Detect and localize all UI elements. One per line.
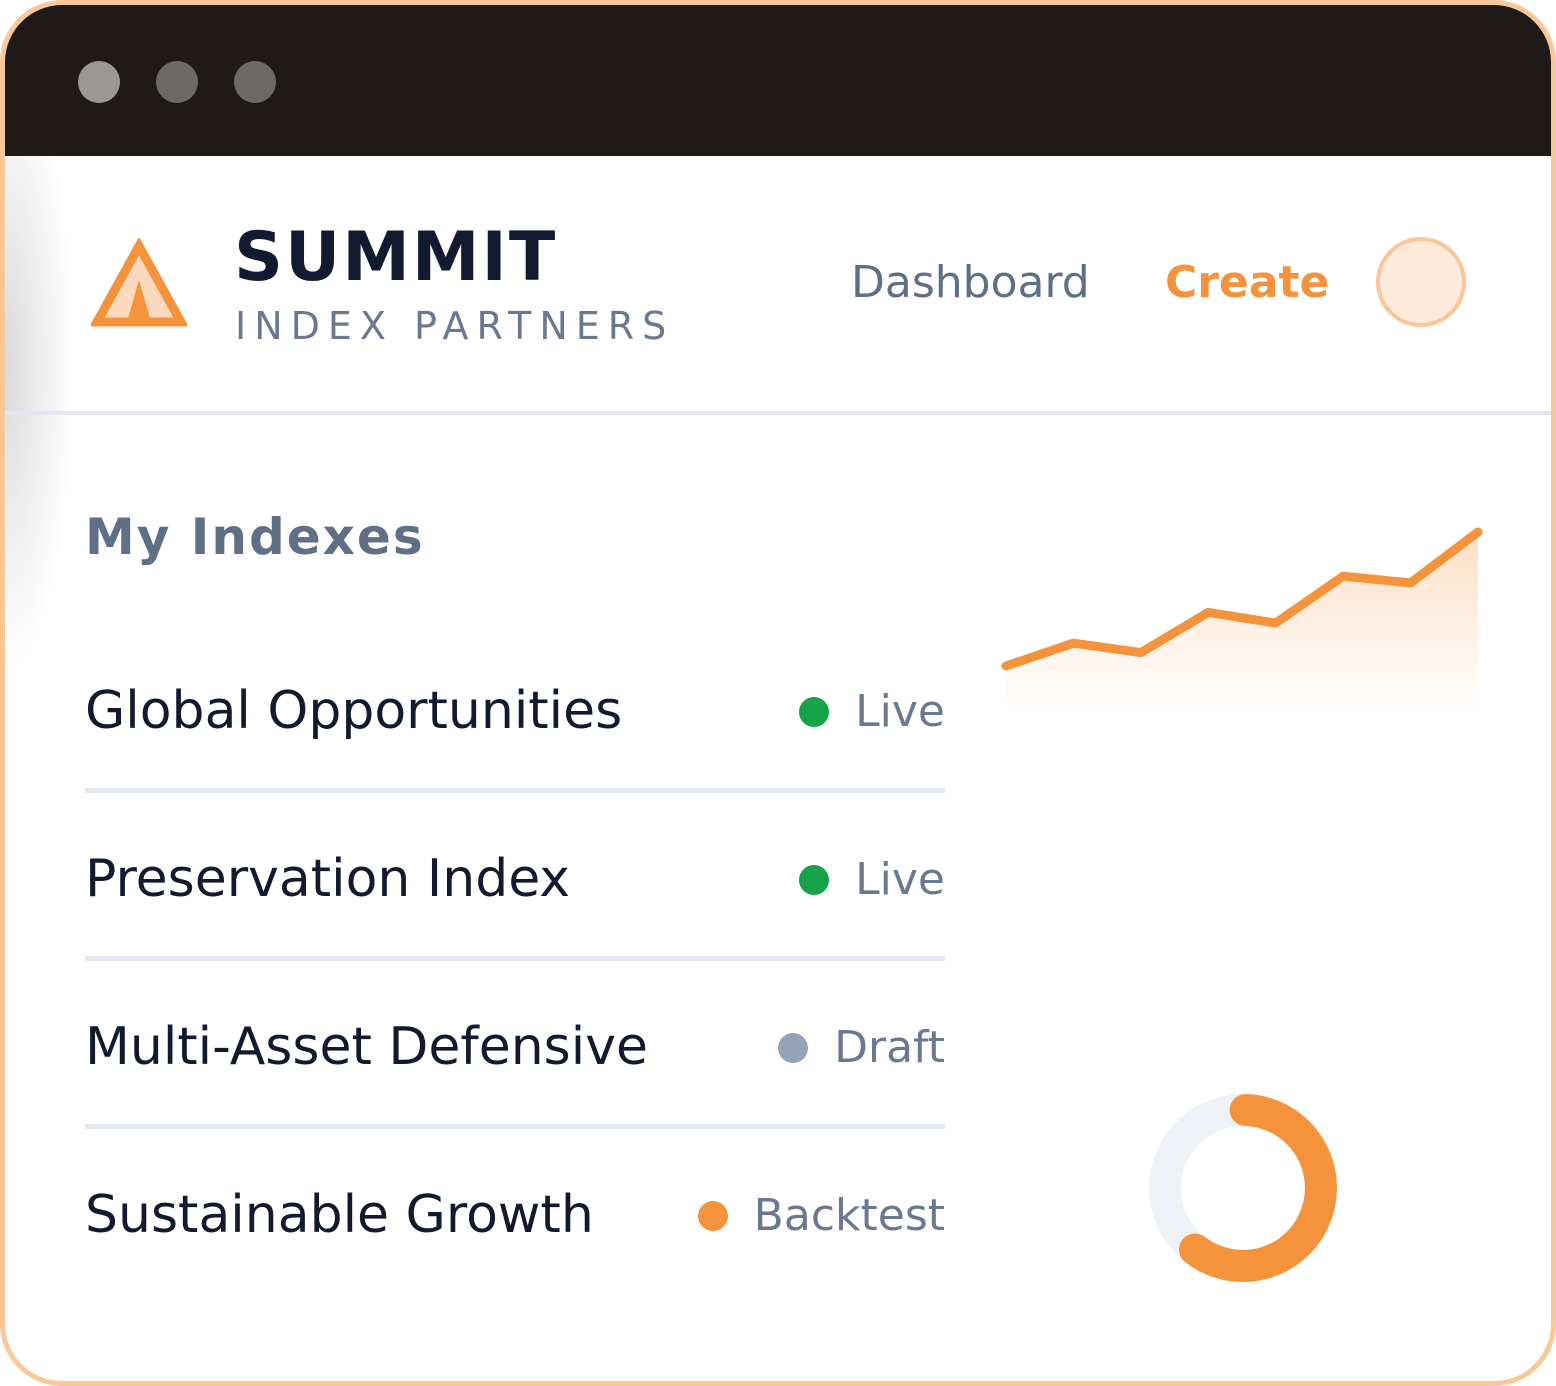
status-dot-icon (697, 1201, 728, 1231)
brand-name: SUMMIT (234, 218, 558, 297)
user-avatar[interactable] (1376, 237, 1466, 327)
window-titlebar (5, 5, 1551, 156)
status-badge: Live (799, 853, 945, 907)
status-dot-icon (778, 1033, 809, 1063)
status-label: Live (855, 854, 945, 905)
index-name: Preservation Index (85, 849, 571, 909)
nav-create-link[interactable]: Create (1165, 256, 1329, 310)
status-dot-icon (799, 865, 830, 895)
status-label: Draft (834, 1022, 945, 1073)
index-name: Global Opportunities (85, 681, 623, 741)
index-row[interactable]: Multi-Asset Defensive Draft (85, 961, 945, 1129)
window-maximize-button[interactable] (234, 61, 276, 103)
index-name: Sustainable Growth (85, 1185, 594, 1245)
header-divider (5, 411, 1551, 415)
status-badge: Draft (778, 1021, 945, 1075)
mountain-logo-icon[interactable] (89, 236, 189, 332)
nav-dashboard-link[interactable]: Dashboard (851, 256, 1090, 310)
status-label: Backtest (753, 1190, 945, 1241)
status-label: Live (855, 686, 945, 737)
status-badge: Live (799, 685, 945, 739)
app-window: SUMMIT INDEX PARTNERS Dashboard Create M… (0, 0, 1556, 1386)
app-header: SUMMIT INDEX PARTNERS Dashboard Create (5, 156, 1551, 411)
index-name: Multi-Asset Defensive (85, 1017, 648, 1077)
donut-slice (1179, 1094, 1337, 1282)
status-badge: Backtest (697, 1189, 945, 1243)
window-minimize-button[interactable] (156, 61, 198, 103)
window-close-button[interactable] (78, 61, 120, 103)
index-row[interactable]: Sustainable Growth Backtest (85, 1129, 945, 1297)
index-row[interactable]: Preservation Index Live (85, 793, 945, 961)
allocation-donut (1149, 1094, 1337, 1282)
status-dot-icon (799, 697, 830, 727)
section-title: My Indexes (85, 508, 425, 566)
brand-subtitle: INDEX PARTNERS (235, 304, 675, 348)
index-row[interactable]: Global Opportunities Live (85, 625, 945, 793)
performance-sparkline (1001, 527, 1483, 710)
index-list: Global Opportunities Live Preservation I… (85, 625, 945, 1297)
